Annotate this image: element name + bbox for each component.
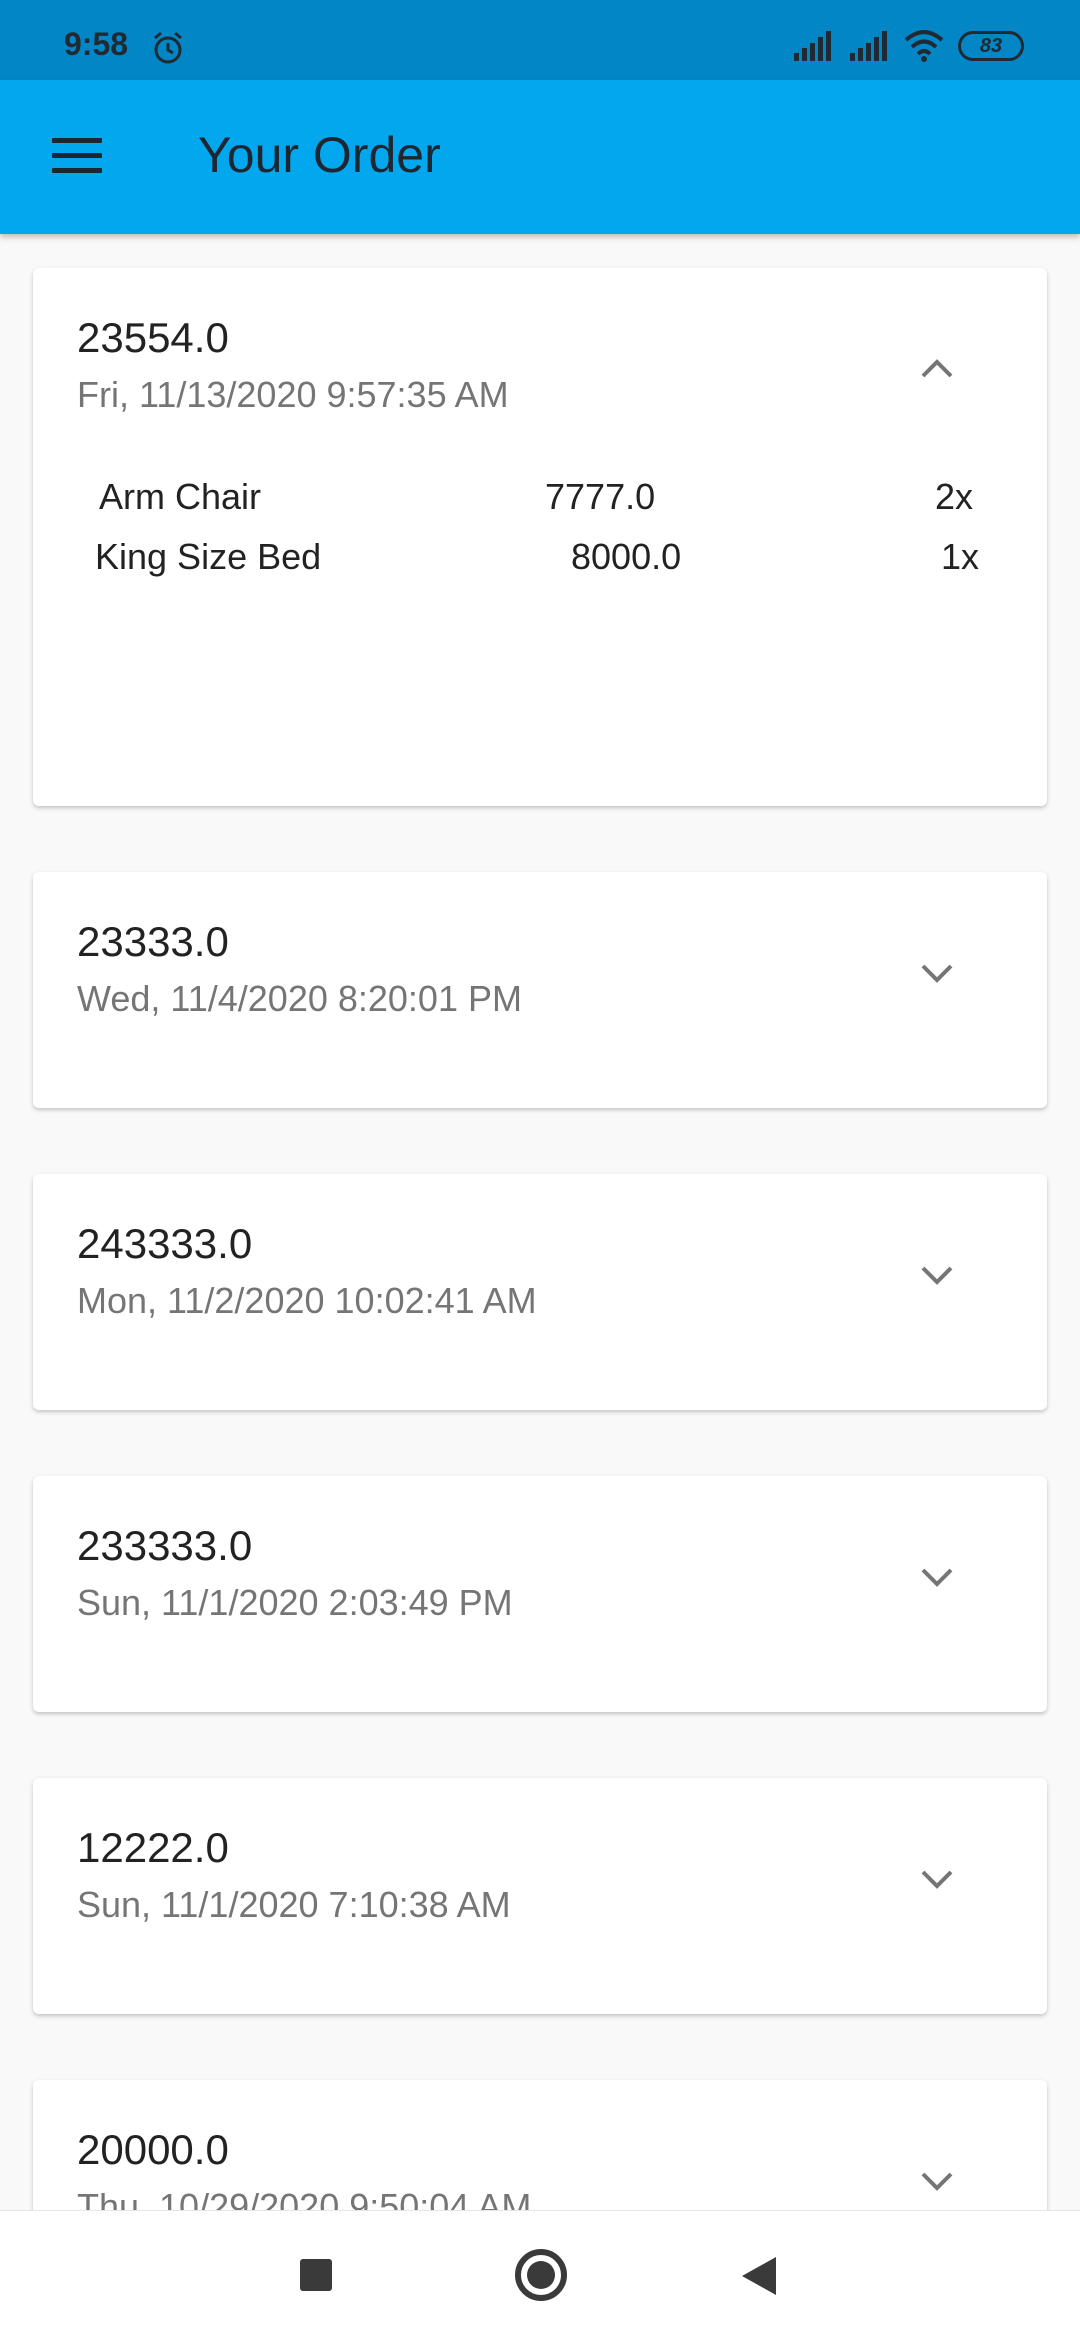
- order-date: Mon, 11/2/2020 10:02:41 AM: [77, 1280, 537, 1321]
- item-price: 7777.0: [545, 476, 656, 517]
- order-amount: 12222.0: [77, 1824, 229, 1871]
- app-bar: Your Order: [0, 80, 1080, 234]
- chevron-up-icon[interactable]: [915, 354, 959, 384]
- alarm-icon: [154, 31, 182, 64]
- recents-square-icon[interactable]: [300, 2259, 332, 2291]
- order-amount: 233333.0: [77, 1522, 253, 1569]
- item-name: Arm Chair: [99, 476, 262, 517]
- order-amount: 23554.0: [77, 314, 229, 361]
- order-list[interactable]: 23554.0 Fri, 11/13/2020 9:57:35 AM Arm C…: [0, 234, 1080, 2210]
- order-amount: 243333.0: [77, 1220, 253, 1267]
- order-date: Fri, 11/13/2020 9:57:35 AM: [77, 374, 509, 415]
- item-name: King Size Bed: [95, 536, 322, 577]
- order-date: Wed, 11/4/2020 8:20:01 PM: [77, 978, 522, 1019]
- item-price: 8000.0: [571, 536, 682, 577]
- order-amount: 23333.0: [77, 918, 229, 965]
- battery-icon: 83: [958, 31, 1024, 61]
- battery-level: 83: [979, 34, 1003, 57]
- order-card[interactable]: 20000.0 Thu, 10/29/2020 9:50:04 AM: [33, 2080, 1047, 2210]
- wifi-icon: [904, 30, 944, 62]
- chevron-down-icon[interactable]: [915, 958, 959, 988]
- order-date: Sun, 11/1/2020 7:10:38 AM: [77, 1884, 511, 1925]
- chevron-down-icon[interactable]: [915, 1562, 959, 1592]
- item-quantity: 2x: [935, 476, 974, 517]
- signal-icon: [794, 31, 831, 61]
- order-card[interactable]: 23554.0 Fri, 11/13/2020 9:57:35 AM Arm C…: [33, 268, 1047, 806]
- signal-icon: [850, 31, 887, 61]
- chevron-down-icon[interactable]: [915, 1260, 959, 1290]
- system-nav-bar: [0, 2210, 1080, 2340]
- order-card[interactable]: 233333.0 Sun, 11/1/2020 2:03:49 PM: [33, 1476, 1047, 1712]
- chevron-down-icon[interactable]: [915, 1864, 959, 1894]
- home-circle-icon[interactable]: [515, 2249, 567, 2301]
- order-card[interactable]: 23333.0 Wed, 11/4/2020 8:20:01 PM: [33, 872, 1047, 1108]
- page-title: Your Order: [198, 127, 441, 183]
- back-triangle-icon[interactable]: [742, 2257, 776, 2295]
- order-card[interactable]: 12222.0 Sun, 11/1/2020 7:10:38 AM: [33, 1778, 1047, 2014]
- status-icons: 83: [792, 26, 1024, 66]
- hamburger-menu-icon[interactable]: [52, 138, 102, 178]
- status-time: 9:58: [64, 26, 129, 62]
- chevron-down-icon[interactable]: [915, 2166, 959, 2196]
- order-date: Sun, 11/1/2020 2:03:49 PM: [77, 1582, 513, 1623]
- status-bar: 9:58 83: [0, 0, 1080, 80]
- order-card[interactable]: 243333.0 Mon, 11/2/2020 10:02:41 AM: [33, 1174, 1047, 1410]
- order-date: Thu, 10/29/2020 9:50:04 AM: [77, 2186, 532, 2210]
- order-amount: 20000.0: [77, 2126, 229, 2173]
- item-quantity: 1x: [941, 536, 980, 577]
